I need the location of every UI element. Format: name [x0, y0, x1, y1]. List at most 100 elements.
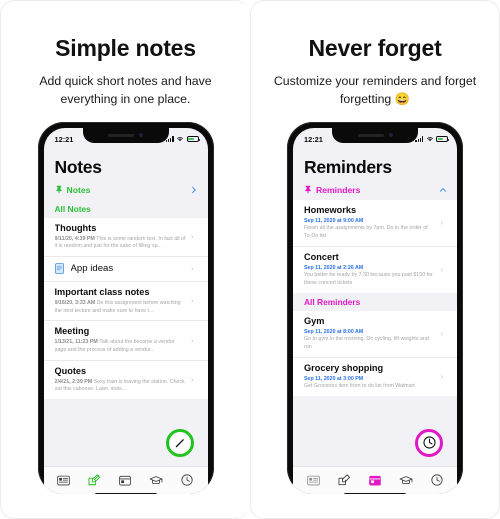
- reminders-list: Gym Sep 11, 2020 at 8:00 AM Go to gym in…: [293, 310, 457, 397]
- reminder-date: Sep 11, 2020 at 8:00 AM: [304, 328, 364, 335]
- chevron-right-icon: ›: [190, 231, 194, 241]
- sidebar-item-clock[interactable]: [180, 474, 195, 487]
- reminder-title: Gym: [304, 315, 325, 326]
- table-row[interactable]: Meeting 1/13/21, 11:23 PM Talk about the…: [43, 321, 208, 361]
- chevron-up-icon[interactable]: [439, 186, 447, 194]
- clock-icon: [181, 474, 193, 486]
- phone-notch: [82, 127, 169, 143]
- note-title: Important class notes: [54, 286, 150, 297]
- compose-icon: [88, 474, 101, 486]
- reminder-date: Sep 11, 2020 at 3:00 PM: [304, 375, 364, 382]
- notes-list: Thoughts 9/11/20, 4:39 PM This is some r…: [43, 217, 208, 400]
- compose-icon: [338, 474, 350, 486]
- reminder-preview: Go to gym in the morning. Do cycling, li…: [304, 336, 429, 351]
- section-header-all-notes: All Notes: [54, 203, 91, 214]
- panel-headline: Simple notes: [55, 35, 196, 61]
- note-meta: 2/4/21, 2:39 PM Sexy train is leaving th…: [55, 379, 187, 394]
- screen-title-reminders: Reminders: [304, 156, 392, 177]
- sidebar-item-graduation[interactable]: [149, 474, 164, 487]
- calendar-icon: [119, 475, 132, 486]
- phone-screen-notes: 12:21 Notes Notes All Notes Thoughts 9/1…: [43, 127, 208, 494]
- fab-area: [293, 420, 457, 466]
- reminder-date: Sep 11, 2020 at 9:00 AM: [304, 217, 364, 224]
- table-row[interactable]: App ideas ›: [43, 257, 208, 282]
- front-camera: [139, 133, 143, 138]
- note-title: Thoughts: [54, 222, 97, 233]
- table-row[interactable]: Quotes 2/4/21, 2:39 PM Sexy train is lea…: [44, 361, 208, 399]
- note-date: 2/4/21, 2:39 PM: [54, 378, 93, 385]
- tab-bar: [293, 465, 457, 494]
- note-date: 9/16/20, 3:33 AM: [54, 299, 96, 306]
- table-row[interactable]: Thoughts 9/11/20, 4:39 PM This is some r…: [43, 218, 208, 257]
- chevron-right-icon[interactable]: [190, 186, 198, 194]
- sidebar-item-calendar[interactable]: [367, 474, 382, 487]
- battery-icon: [186, 136, 200, 143]
- pinned-label: Notes: [66, 184, 91, 195]
- home-indicator: [94, 493, 157, 494]
- reminder-meta: Sep 11, 2020 at 8:00 AM Go to gym in the…: [304, 329, 436, 352]
- status-time: 12:21: [304, 134, 323, 144]
- reminder-meta: Sep 11, 2020 at 2:26 AM You better be re…: [304, 265, 436, 288]
- wifi-icon: [177, 137, 183, 142]
- note-title: App ideas: [70, 263, 114, 274]
- panel-reminders: Never forget Customize your reminders an…: [250, 0, 500, 519]
- chevron-right-icon: ›: [440, 328, 443, 338]
- tab-bar: [43, 465, 208, 494]
- sidebar-item-list[interactable]: [306, 474, 321, 487]
- chevron-right-icon: ›: [190, 335, 194, 345]
- pinned-section-header[interactable]: Notes: [44, 182, 208, 200]
- table-row[interactable]: Important class notes 9/16/20, 3:33 AM D…: [43, 282, 208, 322]
- pinned-reminders-list: Homeworks Sep 11, 2020 at 9:00 AM Finish…: [293, 199, 457, 293]
- reminder-date: Sep 11, 2020 at 2:26 AM: [304, 264, 364, 271]
- status-time: 12:21: [54, 134, 74, 144]
- earpiece-speaker: [357, 133, 384, 137]
- section-header-all-reminders: All Reminders: [304, 296, 361, 307]
- note-meta: 9/11/20, 4:39 PM This is some random tex…: [55, 236, 187, 251]
- clock-icon: [422, 436, 436, 449]
- sidebar-item-compose[interactable]: [87, 474, 102, 487]
- new-note-fab[interactable]: [165, 428, 194, 457]
- reminder-preview: Get Groceries item from to do list from …: [304, 383, 415, 390]
- table-row[interactable]: Homeworks Sep 11, 2020 at 9:00 AM Finish…: [293, 200, 457, 247]
- sidebar-item-list[interactable]: [56, 474, 71, 487]
- sidebar-item-calendar[interactable]: [118, 474, 133, 487]
- table-row[interactable]: Grocery shopping Sep 11, 2020 at 3:00 PM…: [293, 358, 457, 396]
- chevron-right-icon: ›: [440, 264, 443, 274]
- list-icon: [307, 475, 320, 485]
- reminders-body: Reminders Reminders Homeworks Sep 11, 20…: [293, 148, 457, 420]
- pin-icon: [55, 185, 62, 194]
- sidebar-item-clock[interactable]: [429, 474, 444, 487]
- screen-title-notes: Notes: [54, 156, 102, 177]
- reminder-meta: Sep 11, 2020 at 9:00 AM Finish all the a…: [304, 218, 436, 241]
- app-store-screenshot-pair: Simple notes Add quick short notes and h…: [0, 0, 500, 519]
- reminder-title: Grocery shopping: [304, 362, 384, 373]
- note-meta: 1/13/21, 11:23 PM Talk about the become …: [55, 339, 187, 354]
- reminder-meta: Sep 11, 2020 at 3:00 PM Get Groceries it…: [304, 376, 436, 391]
- new-reminder-fab[interactable]: [415, 428, 443, 457]
- pin-icon: [305, 185, 311, 194]
- fab-area: [44, 420, 208, 466]
- sidebar-item-graduation[interactable]: [398, 474, 413, 487]
- reminder-preview: You better be ready by 7:30 because you …: [304, 272, 433, 287]
- document-icon: [54, 263, 64, 275]
- note-title: Quotes: [54, 365, 87, 376]
- pinned-section-header[interactable]: Reminders: [293, 182, 457, 200]
- note-date: 1/13/21, 11:23 PM: [54, 339, 98, 346]
- table-row[interactable]: Concert Sep 11, 2020 at 2:26 AM You bett…: [293, 247, 457, 293]
- chevron-right-icon: ›: [440, 371, 443, 381]
- reminder-title: Concert: [304, 251, 339, 262]
- home-indicator: [344, 493, 406, 494]
- clock-icon: [430, 474, 443, 486]
- table-row[interactable]: Gym Sep 11, 2020 at 8:00 AM Go to gym in…: [293, 311, 457, 358]
- note-date: 9/11/20, 4:39 PM: [54, 235, 95, 242]
- front-camera: [388, 133, 393, 138]
- panel-subline: Customize your reminders and forget forg…: [273, 74, 477, 106]
- reminder-preview: Finish all the assignments by 7pm. Do in…: [304, 225, 428, 239]
- earpiece-speaker: [108, 133, 134, 137]
- sidebar-item-compose[interactable]: [337, 474, 352, 487]
- graduation-cap-icon: [399, 475, 413, 484]
- wifi-icon: [426, 137, 433, 142]
- phone-mockup-reminders: 12:21 Reminders Reminders Homeworks Sep …: [287, 121, 463, 494]
- notes-body: Notes Notes All Notes Thoughts 9/11/20, …: [43, 148, 208, 420]
- chevron-right-icon: ›: [190, 263, 194, 273]
